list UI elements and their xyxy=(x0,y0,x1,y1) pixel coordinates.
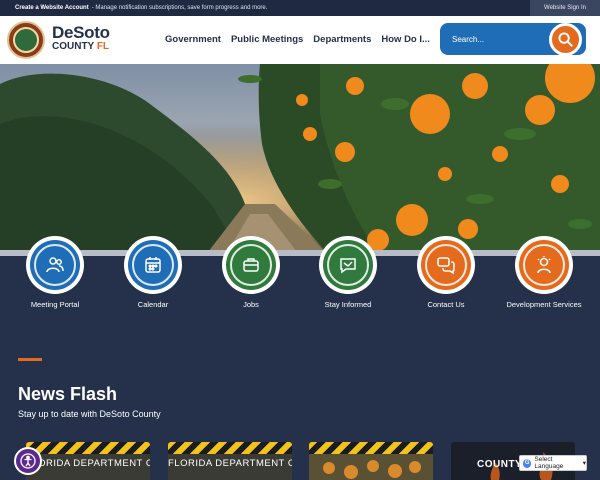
news-card[interactable]: FLORIDA DEPARTMENT OF TRANSPORTATION xyxy=(26,442,150,480)
chevron-down-icon: ▾ xyxy=(582,460,586,467)
quick-links: Meeting Portal Calendar Jobs Stay Inform… xyxy=(0,236,600,316)
quick-link-meeting-portal[interactable]: Meeting Portal xyxy=(10,236,100,309)
search-box xyxy=(440,23,586,56)
quick-link-development-services[interactable]: Development Services xyxy=(499,236,589,309)
search-input[interactable] xyxy=(452,32,542,46)
quick-link-label: Calendar xyxy=(137,300,169,309)
website-sign-in-button[interactable]: Website Sign In xyxy=(530,0,600,16)
select-language-dropdown[interactable]: G Select Language ▾ xyxy=(519,455,587,471)
news-card-title: FLORIDA DEPARTMENT OF TRANSPORTATION xyxy=(26,458,150,469)
hero-orange-grove-image xyxy=(0,64,600,256)
quick-link-label: Contact Us xyxy=(427,300,465,309)
create-account-link[interactable]: Create a Website Account xyxy=(15,5,89,11)
logo-line2: COUNTY FL xyxy=(52,41,110,52)
briefcase-icon xyxy=(243,258,259,272)
search-icon xyxy=(558,32,573,47)
site-logo[interactable]: DeSoto COUNTY FL xyxy=(52,24,110,53)
message-icon xyxy=(340,258,356,274)
quick-link-stay-informed[interactable]: Stay Informed xyxy=(303,236,393,309)
news-flash-title: News Flash xyxy=(18,384,118,404)
topbar-message: - Manage notification subscriptions, sav… xyxy=(91,5,268,11)
nav-departments[interactable]: Departments xyxy=(313,34,371,45)
news-card[interactable] xyxy=(309,442,433,480)
section-accent-bar xyxy=(18,358,42,361)
quick-link-label: Jobs xyxy=(243,300,259,309)
search-button[interactable] xyxy=(549,23,582,56)
idea-person-icon xyxy=(537,256,551,274)
quick-link-calendar[interactable]: Calendar xyxy=(108,236,198,309)
nav-public-meetings[interactable]: Public Meetings xyxy=(231,34,303,45)
nav-how-do-i[interactable]: How Do I... xyxy=(381,34,430,45)
news-card[interactable]: FLORIDA DEPARTMENT OF TRANSPORTATION xyxy=(168,442,292,480)
county-seal-icon[interactable] xyxy=(7,21,45,59)
logo-line1: DeSoto xyxy=(52,23,110,42)
quick-link-jobs[interactable]: Jobs xyxy=(206,236,296,309)
hazard-stripes xyxy=(168,442,292,454)
news-flash-subtitle: Stay up to date with DeSoto County xyxy=(18,409,161,419)
hazard-stripes xyxy=(309,442,433,454)
orange-grove-illustration xyxy=(0,64,600,256)
quick-link-label: Development Services xyxy=(506,300,582,309)
google-translate-icon: G xyxy=(523,458,532,468)
oranges-photo xyxy=(323,460,421,479)
quick-link-label: Meeting Portal xyxy=(30,300,80,309)
select-language-label: Select Language xyxy=(534,456,564,470)
top-utility-bar: Create a Website Account - Manage notifi… xyxy=(0,0,600,16)
site-header: DeSoto COUNTY FL Government Public Meeti… xyxy=(0,16,600,64)
calendar-icon xyxy=(145,257,161,273)
hazard-stripes xyxy=(26,442,150,454)
quick-link-contact-us[interactable]: Contact Us xyxy=(401,236,491,309)
accessibility-button[interactable] xyxy=(14,447,42,475)
people-icon xyxy=(46,257,64,273)
main-nav: Government Public Meetings Departments H… xyxy=(165,34,430,45)
chat-bubbles-icon xyxy=(437,257,455,275)
accessibility-icon xyxy=(20,453,36,469)
news-card-title: FLORIDA DEPARTMENT OF TRANSPORTATION xyxy=(168,458,292,469)
quick-link-label: Stay Informed xyxy=(324,300,372,309)
nav-government[interactable]: Government xyxy=(165,34,221,45)
